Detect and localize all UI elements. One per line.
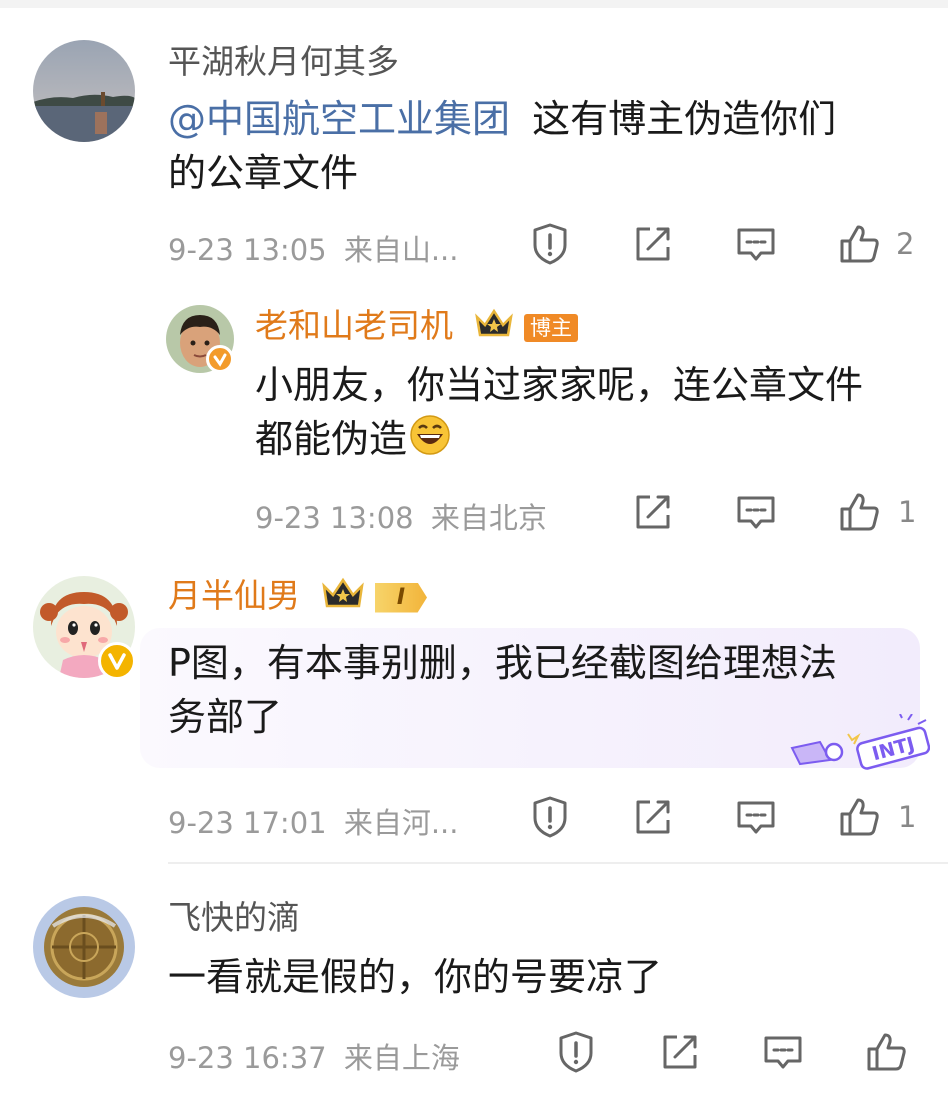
- like-icon[interactable]: [863, 1029, 909, 1075]
- comment-text-part: 这有博主伪造你们: [532, 97, 837, 141]
- like-count: 2: [896, 227, 915, 261]
- share-icon[interactable]: [630, 794, 676, 840]
- avatar[interactable]: [33, 40, 135, 142]
- verified-badge-icon: [98, 642, 136, 680]
- comment-text: 一看就是假的，你的号要凉了: [168, 955, 663, 999]
- comment-text: @中国航空工业集团 这有博主伪造你们 的公章文件: [168, 92, 908, 200]
- comment-text: 小朋友，你当过家家呢，连公章文件 都能伪造: [255, 358, 935, 470]
- like-count: 1: [898, 495, 917, 529]
- reply-icon[interactable]: [733, 221, 779, 267]
- laughing-emoji-icon: [409, 414, 451, 470]
- intj-sticker-icon: INTJ: [790, 713, 931, 770]
- report-icon[interactable]: [527, 794, 573, 840]
- like-count: 1: [898, 800, 917, 834]
- location: 来自上海: [343, 1041, 460, 1075]
- avatar[interactable]: [33, 896, 135, 998]
- timestamp: 9-23 13:08 来自北京: [255, 501, 547, 535]
- username[interactable]: 月半仙男 I: [168, 576, 427, 619]
- like-icon[interactable]: [836, 489, 882, 535]
- share-icon[interactable]: [630, 221, 676, 267]
- level-badge: I: [375, 582, 427, 613]
- share-icon[interactable]: [657, 1029, 703, 1075]
- comment-divider: [168, 862, 948, 864]
- report-icon[interactable]: [527, 221, 573, 267]
- location: 来自北京: [430, 501, 547, 535]
- comment-text-part: 的公章文件: [168, 151, 359, 195]
- like-icon[interactable]: [836, 221, 882, 267]
- reply-icon[interactable]: [760, 1029, 806, 1075]
- like-icon[interactable]: [836, 794, 882, 840]
- crown-icon: [474, 307, 514, 348]
- reply-icon[interactable]: [733, 794, 779, 840]
- blogger-badge: 博主: [524, 313, 578, 342]
- timestamp: 9-23 13:05 来自山...: [168, 233, 459, 267]
- crown-icon: [321, 576, 365, 619]
- timestamp: 9-23 17:01 来自河...: [168, 806, 459, 840]
- username[interactable]: 飞快的滴: [168, 898, 300, 938]
- mention-link[interactable]: @中国航空工业集团: [168, 97, 510, 141]
- share-icon[interactable]: [630, 489, 676, 535]
- location: 来自山...: [343, 233, 459, 267]
- timestamp: 9-23 16:37 来自上海: [168, 1041, 460, 1075]
- username[interactable]: 平湖秋月何其多: [168, 42, 399, 82]
- username[interactable]: 老和山老司机 博主: [255, 306, 578, 348]
- verified-badge-icon: [206, 345, 234, 373]
- top-divider: [0, 0, 948, 8]
- location: 来自河...: [343, 806, 459, 840]
- reply-icon[interactable]: [733, 489, 779, 535]
- report-icon[interactable]: [553, 1029, 599, 1075]
